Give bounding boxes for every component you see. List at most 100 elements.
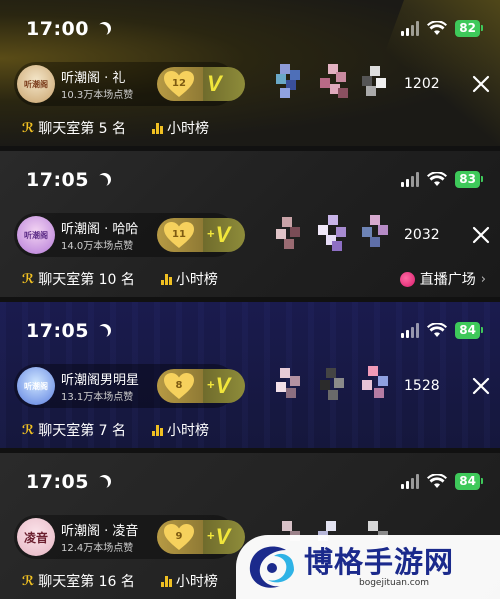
watermark-url: bogejituan.com <box>359 578 430 588</box>
viewer-avatar[interactable] <box>360 366 392 402</box>
rank-text: 聊天室第 16 名 <box>38 574 135 590</box>
footer-bar: ℛ 聊天室第 10 名 小时榜 <box>22 269 218 289</box>
chevron-right-icon: › <box>480 271 486 287</box>
heart-level-icon: 11 <box>163 221 195 249</box>
hour-label: 小时榜 <box>167 423 210 439</box>
live-panel-1: 17:00 82 听潮阁 听潮阁 · 礼 10.3万本场点赞 12 V 1202… <box>0 0 500 146</box>
viewer-avatar[interactable] <box>360 215 392 251</box>
hour-label: 小时榜 <box>175 272 218 288</box>
hour-ranking-link[interactable]: 小时榜 <box>152 420 209 440</box>
hour-label: 小时榜 <box>175 574 218 590</box>
hour-ranking-link[interactable]: 小时榜 <box>160 571 218 591</box>
battery-icon: 83 <box>455 171 483 188</box>
live-panel-2: 17:05 83 听潮阁 听潮阁 · 哈哈 14.0万本场点赞 11 V 203… <box>0 151 500 297</box>
host-avatar[interactable]: 凌音 <box>17 518 55 556</box>
wifi-icon <box>427 323 448 337</box>
clock-text: 17:00 <box>26 18 89 40</box>
avatar-logo-text: 听潮阁 <box>24 381 48 391</box>
level-badge[interactable]: 12 V <box>157 67 245 101</box>
host-avatar[interactable]: 听潮阁 <box>17 216 55 254</box>
clock-text: 17:05 <box>26 471 89 493</box>
clock-text: 17:05 <box>26 320 89 342</box>
live-panel-3: 17:05 84 听潮阁 听潮阁男明星 13.1万本场点赞 8 V 1528 ℛ… <box>0 302 500 448</box>
footer-bar: ℛ 聊天室第 5 名 小时榜 <box>22 118 209 138</box>
close-icon[interactable] <box>472 377 490 395</box>
hour-ranking-link[interactable]: 小时榜 <box>160 269 218 289</box>
wifi-icon <box>427 474 448 488</box>
heart-level-icon: 12 <box>163 70 195 98</box>
rank-icon: ℛ <box>22 120 35 136</box>
viewer-avatar[interactable] <box>316 366 348 402</box>
viewer-avatar[interactable] <box>272 215 304 251</box>
rank-text: 聊天室第 10 名 <box>38 272 135 288</box>
host-likes: 12.4万本场点赞 <box>61 543 134 554</box>
viewer-avatars[interactable] <box>272 366 392 402</box>
hour-ranking-link[interactable]: 小时榜 <box>152 118 209 138</box>
rank-icon: ℛ <box>22 422 35 438</box>
host-name: 听潮阁男明星 <box>61 373 140 388</box>
watermark-logo-icon <box>249 546 294 588</box>
status-time: 17:00 <box>26 18 110 40</box>
status-bar: 84 <box>401 473 483 490</box>
viewer-avatars[interactable] <box>272 64 392 100</box>
chatroom-rank[interactable]: ℛ 聊天室第 7 名 <box>22 420 126 440</box>
heart-level-icon: 8 <box>163 372 195 400</box>
close-icon[interactable] <box>472 75 490 93</box>
viewer-avatar[interactable] <box>316 215 348 251</box>
chatroom-rank[interactable]: ℛ 聊天室第 5 名 <box>22 118 126 138</box>
host-avatar[interactable]: 听潮阁 <box>17 65 55 103</box>
live-square-icon <box>399 271 415 287</box>
battery-icon: 84 <box>455 322 483 339</box>
heart-level-icon: 9 <box>163 523 195 551</box>
host-name: 听潮阁 · 凌音 <box>61 524 139 539</box>
cellular-signal-icon <box>401 21 420 36</box>
host-avatar[interactable]: 听潮阁 <box>17 367 55 405</box>
chatroom-rank[interactable]: ℛ 聊天室第 10 名 <box>22 269 135 289</box>
vip-icon: V <box>207 222 231 248</box>
rank-text: 聊天室第 5 名 <box>38 121 127 137</box>
level-badge[interactable]: 8 V <box>157 369 245 403</box>
viewer-avatar[interactable] <box>272 366 304 402</box>
clock-text: 17:05 <box>26 169 89 191</box>
rank-icon: ℛ <box>22 271 35 287</box>
host-card[interactable]: 凌音 听潮阁 · 凌音 12.4万本场点赞 9 V <box>14 515 245 559</box>
footer-bar: ℛ 聊天室第 16 名 小时榜 <box>22 571 218 591</box>
watermark-title: 博格手游网 <box>304 545 455 579</box>
level-badge[interactable]: 11 V <box>157 218 245 252</box>
avatar-logo-text: 凌音 <box>23 530 48 545</box>
status-time: 17:05 <box>26 320 110 342</box>
cellular-signal-icon <box>401 323 420 338</box>
host-likes: 13.1万本场点赞 <box>61 392 134 403</box>
live-square-label: 直播广场 <box>419 272 476 288</box>
viewer-avatar[interactable] <box>316 64 348 100</box>
chatroom-rank[interactable]: ℛ 聊天室第 16 名 <box>22 571 135 591</box>
viewer-count: 1528 <box>404 378 440 394</box>
wifi-icon <box>427 21 448 35</box>
host-likes: 10.3万本场点赞 <box>61 90 134 101</box>
cellular-signal-icon <box>401 172 420 187</box>
viewer-avatar[interactable] <box>360 64 392 100</box>
close-icon[interactable] <box>472 226 490 244</box>
level-number: 9 <box>175 530 183 542</box>
cellular-signal-icon <box>401 474 420 489</box>
avatar-logo-text: 听潮阁 <box>24 79 48 89</box>
host-name: 听潮阁 · 礼 <box>61 71 126 86</box>
hour-chart-icon <box>160 273 172 285</box>
level-number: 11 <box>172 228 186 240</box>
hour-label: 小时榜 <box>167 121 210 137</box>
battery-icon: 84 <box>455 473 483 490</box>
host-card[interactable]: 听潮阁 听潮阁 · 哈哈 14.0万本场点赞 11 V <box>14 213 245 257</box>
host-card[interactable]: 听潮阁 听潮阁 · 礼 10.3万本场点赞 12 V <box>14 62 245 106</box>
status-bar: 84 <box>401 322 483 339</box>
moon-icon <box>95 175 108 188</box>
viewer-avatar[interactable] <box>272 64 304 100</box>
hour-chart-icon <box>152 424 164 436</box>
rank-icon: ℛ <box>22 573 35 589</box>
viewer-count: 2032 <box>404 227 440 243</box>
vip-icon: V <box>207 373 231 399</box>
level-badge[interactable]: 9 V <box>157 520 245 554</box>
host-card[interactable]: 听潮阁 听潮阁男明星 13.1万本场点赞 8 V <box>14 364 245 408</box>
live-square-link[interactable]: 直播广场 › <box>399 269 486 289</box>
host-name: 听潮阁 · 哈哈 <box>61 222 139 237</box>
viewer-avatars[interactable] <box>272 215 392 251</box>
